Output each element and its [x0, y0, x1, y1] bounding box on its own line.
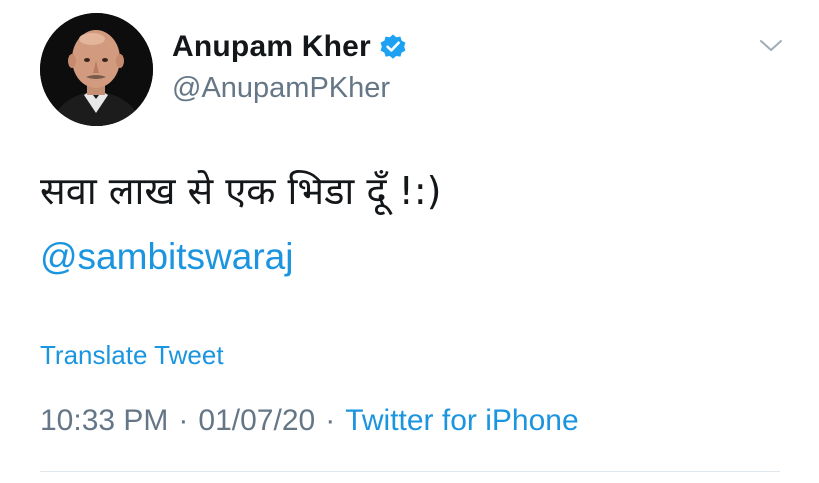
- verified-badge-icon: [379, 33, 407, 61]
- tweet-meta: 10:33 PM · 01/07/20 · Twitter for iPhone: [40, 404, 579, 438]
- meta-separator: ·: [178, 404, 189, 437]
- profile-photo: [40, 13, 153, 126]
- author-display-name[interactable]: Anupam Kher: [172, 30, 371, 64]
- divider: [40, 471, 780, 472]
- tweet-time[interactable]: 10:33 PM: [40, 404, 168, 438]
- mention-link[interactable]: @sambitswaraj: [40, 236, 293, 278]
- meta-separator: ·: [325, 404, 336, 437]
- author-handle[interactable]: @AnupamPKher: [172, 72, 390, 105]
- author-name-row: Anupam Kher: [172, 27, 407, 67]
- tweet-card: Anupam Kher @AnupamPKher सवा लाख से एक भ…: [0, 0, 819, 483]
- tweet-source-link[interactable]: Twitter for iPhone: [345, 404, 578, 438]
- avatar[interactable]: [40, 13, 153, 126]
- tweet-text: सवा लाख से एक भिडा दूँ !:): [40, 169, 442, 213]
- translate-tweet-link[interactable]: Translate Tweet: [40, 340, 224, 371]
- tweet-date[interactable]: 01/07/20: [198, 404, 315, 438]
- chevron-down-icon[interactable]: [758, 36, 784, 56]
